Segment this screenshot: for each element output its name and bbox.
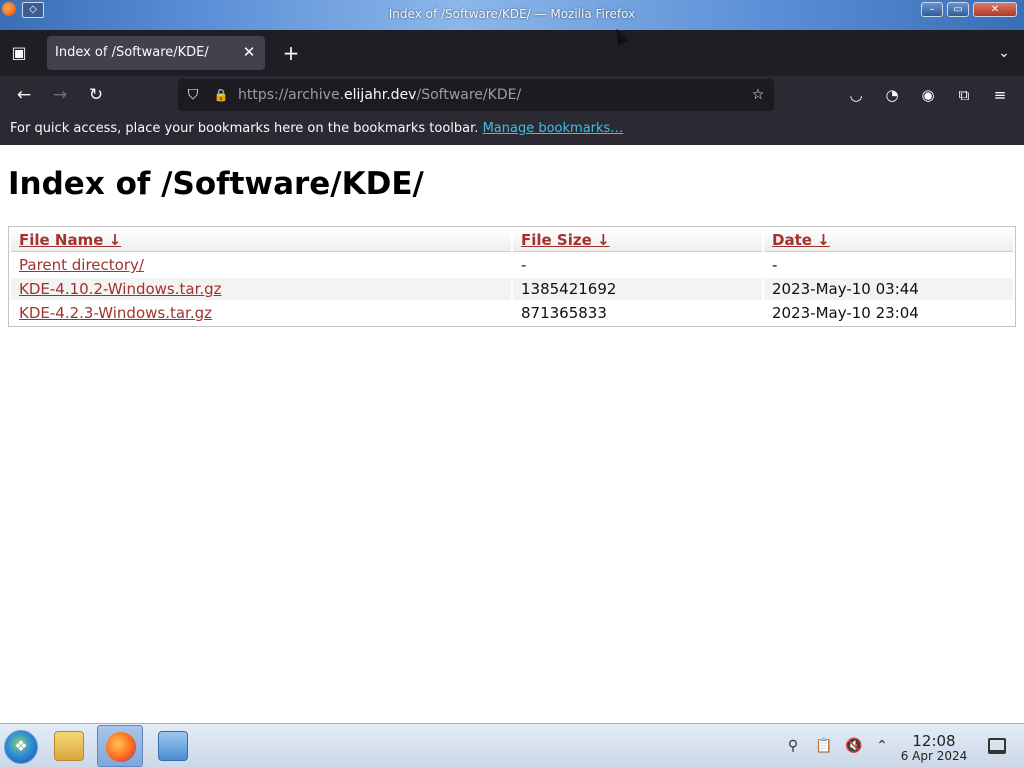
file-date-cell: 2023-May-10 03:44: [764, 278, 1013, 300]
url-path: /Software/KDE/: [416, 87, 522, 103]
reload-button[interactable]: ↻: [84, 83, 108, 107]
table-header-row: File Name ↓ File Size ↓ Date ↓: [11, 229, 1013, 252]
bookmarks-toolbar: For quick access, place your bookmarks h…: [0, 114, 1024, 145]
pocket-icon[interactable]: ◡: [844, 83, 868, 107]
page-title: Index of /Software/KDE/: [8, 166, 424, 202]
close-window-button[interactable]: ✕: [973, 2, 1017, 17]
clock-time[interactable]: 12:08: [896, 732, 972, 750]
table-row: Parent directory/ - -: [11, 254, 1013, 276]
start-orb-icon: ❖: [14, 737, 28, 755]
show-desktop-icon[interactable]: [988, 738, 1006, 754]
column-header-date[interactable]: Date ↓: [764, 229, 1013, 252]
file-size-cell: 871365833: [521, 304, 607, 322]
file-listing: File Name ↓ File Size ↓ Date ↓ Parent di…: [8, 226, 1016, 327]
minimize-button[interactable]: –: [921, 2, 943, 17]
taskbar-firefox[interactable]: [97, 725, 143, 767]
firefox-view-icon[interactable]: ▣: [8, 42, 30, 64]
bookmarks-hint-text: For quick access, place your bookmarks h…: [10, 121, 479, 136]
extensions-icon[interactable]: ⧉: [952, 83, 976, 107]
column-header-size[interactable]: File Size ↓: [513, 229, 762, 252]
taskbar: ❖ ⚲ 📋 🔇 ⌃ 12:08 6 Apr 2024: [0, 723, 1024, 768]
file-size-cell: 1385421692: [513, 278, 762, 300]
manage-bookmarks-link[interactable]: Manage bookmarks…: [483, 121, 624, 136]
file-size-cell: -: [521, 256, 527, 274]
maximize-button[interactable]: ▭: [947, 2, 969, 17]
account-icon[interactable]: ◉: [916, 83, 940, 107]
table-row: KDE-4.2.3-Windows.tar.gz 871365833 2023-…: [11, 302, 1013, 324]
navigation-toolbar: ← → ↻ ⛉ 🔒 https://archive.elijahr.dev/So…: [0, 76, 1024, 114]
firefox-icon: [106, 732, 136, 762]
bookmark-star-icon[interactable]: ☆: [749, 86, 767, 104]
folder-icon: [54, 731, 84, 761]
file-date-cell: 2023-May-10 23:04: [772, 304, 919, 322]
taskbar-file-manager[interactable]: [46, 725, 92, 767]
url-text[interactable]: https://archive.elijahr.dev/Software/KDE…: [238, 87, 521, 103]
taskbar-system-settings[interactable]: [150, 725, 196, 767]
file-link[interactable]: KDE-4.2.3-Windows.tar.gz: [19, 304, 212, 322]
tracking-protection-shield-icon[interactable]: ⛉: [184, 86, 202, 104]
url-bar[interactable]: ⛉ 🔒 https://archive.elijahr.dev/Software…: [178, 79, 774, 111]
sort-by-name-link[interactable]: File Name ↓: [19, 231, 121, 249]
forward-button[interactable]: →: [48, 83, 72, 107]
tab-strip: ▣ Index of /Software/KDE/ ✕ + ⌄: [0, 30, 1024, 76]
start-button[interactable]: ❖: [4, 730, 38, 764]
url-host: elijahr.dev: [344, 87, 417, 103]
window-title: Index of /Software/KDE/ — Mozilla Firefo…: [388, 7, 636, 21]
table-row: KDE-4.10.2-Windows.tar.gz 1385421692 202…: [11, 278, 1013, 300]
lock-icon[interactable]: 🔒: [212, 86, 230, 104]
file-link[interactable]: KDE-4.10.2-Windows.tar.gz: [19, 280, 222, 298]
clipboard-icon[interactable]: 📋: [815, 736, 833, 756]
file-name-cell: KDE-4.10.2-Windows.tar.gz: [11, 278, 511, 300]
clock-date[interactable]: 6 Apr 2024: [896, 749, 972, 763]
page-content: Index of /Software/KDE/ File Name ↓ File…: [0, 145, 1024, 723]
close-tab-icon[interactable]: ✕: [240, 43, 258, 61]
volume-muted-icon[interactable]: 🔇: [845, 736, 863, 756]
url-prefix: https://archive.: [238, 87, 345, 103]
file-name-cell: Parent directory/: [11, 254, 511, 276]
back-button[interactable]: ←: [12, 83, 36, 107]
tab-label: Index of /Software/KDE/: [55, 45, 209, 60]
new-tab-button[interactable]: +: [280, 42, 302, 64]
parent-directory-link[interactable]: Parent directory/: [19, 256, 144, 274]
system-settings-icon: [158, 731, 188, 761]
sort-by-date-link[interactable]: Date ↓: [772, 231, 830, 249]
network-icon[interactable]: ⚲: [784, 736, 802, 756]
file-date-cell: -: [772, 256, 778, 274]
sync-icon[interactable]: ◔: [880, 83, 904, 107]
tray-expand-icon[interactable]: ⌃: [873, 736, 891, 756]
list-all-tabs-icon[interactable]: ⌄: [994, 42, 1014, 64]
column-header-name[interactable]: File Name ↓: [11, 229, 511, 252]
sort-by-size-link[interactable]: File Size ↓: [521, 231, 610, 249]
file-table: File Name ↓ File Size ↓ Date ↓ Parent di…: [9, 227, 1015, 326]
file-name-cell: KDE-4.2.3-Windows.tar.gz: [11, 302, 511, 324]
tab-index-kde[interactable]: Index of /Software/KDE/ ✕: [47, 36, 265, 70]
app-menu-icon[interactable]: ≡: [988, 83, 1012, 107]
window-titlebar[interactable]: ◇ Index of /Software/KDE/ — Mozilla Fire…: [0, 0, 1024, 30]
